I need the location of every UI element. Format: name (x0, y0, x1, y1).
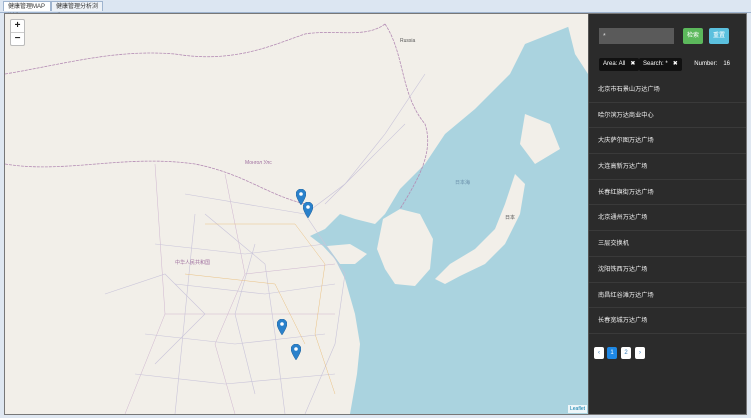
result-count-value: 16 (723, 61, 730, 67)
list-item[interactable]: 哈尔滨万达商业中心 (589, 103, 746, 129)
map-marker-icon[interactable] (303, 202, 313, 218)
result-count-label: Number: (694, 61, 718, 67)
list-item[interactable]: 大连高新万达广场 (589, 154, 746, 180)
tab-bar: 健康管理MAP浏览 健康管理分析浏览 (0, 0, 751, 20)
map-label-sea-of-japan: 日本海 (455, 179, 470, 186)
zoom-in-button[interactable]: + (11, 20, 24, 32)
list-item[interactable]: 大庆萨尔图万达广场 (589, 128, 746, 155)
side-panel: 检索 重置 Area: All ✖ Search: * ✖ Number: 16 北京… (589, 14, 746, 414)
pagination-next-button[interactable]: › (635, 347, 645, 359)
tab-analysis-view[interactable]: 健康管理分析浏览 (51, 1, 103, 20)
tab-map-view[interactable]: 健康管理MAP浏览 (3, 1, 51, 20)
pagination-page-1[interactable]: 1 (607, 347, 617, 359)
reset-button[interactable]: 重置 (709, 28, 729, 44)
search-button[interactable]: 检索 (683, 28, 703, 44)
list-item[interactable]: 北京市石景山万达广场 (589, 77, 746, 103)
list-item[interactable]: 沈阳铁西万达广场 (589, 257, 746, 283)
search-input[interactable] (599, 28, 674, 44)
map-label-china: 中华人民共和国 (175, 259, 210, 266)
filter-tag-area: Area: All ✖ (599, 58, 640, 71)
list-item[interactable]: 南昌红谷滩万达广场 (589, 283, 746, 309)
map-marker-icon[interactable] (277, 319, 287, 335)
map-marker-icon[interactable] (291, 344, 301, 360)
pagination-prev-button[interactable]: ‹ (594, 347, 604, 359)
filter-tag-search: Search: * ✖ (639, 58, 682, 71)
filter-tag-label: Search: * (643, 61, 668, 67)
result-list: 北京市石景山万达广场 哈尔滨万达商业中心 大庆萨尔图万达广场 大连高新万达广场 … (589, 77, 746, 334)
map-label-mongolia: Монгол Улс (245, 160, 272, 166)
zoom-out-button[interactable]: − (11, 32, 24, 45)
list-item[interactable]: 长春红旗街万达广场 (589, 180, 746, 206)
result-count: Number: 16 (688, 58, 730, 71)
map-view[interactable]: Russia Монгол Улс 中华人民共和国 日本海 日本 + − Lea… (5, 14, 589, 414)
map-label-russia: Russia (400, 38, 416, 44)
pagination-page-2[interactable]: 2 (621, 347, 631, 359)
map-label-japan: 日本 (505, 214, 515, 221)
list-item[interactable]: 北京通州万达广场 (589, 205, 746, 232)
map-attribution-link[interactable]: Leaflet (567, 405, 587, 413)
filter-tag-label: Area: All (603, 61, 626, 67)
list-item[interactable]: 三层交换机 (589, 231, 746, 257)
list-item[interactable]: 长春宽城万达广场 (589, 308, 746, 334)
remove-filter-icon[interactable]: ✖ (673, 61, 678, 67)
zoom-control: + − (10, 19, 25, 46)
remove-filter-icon[interactable]: ✖ (630, 61, 635, 67)
